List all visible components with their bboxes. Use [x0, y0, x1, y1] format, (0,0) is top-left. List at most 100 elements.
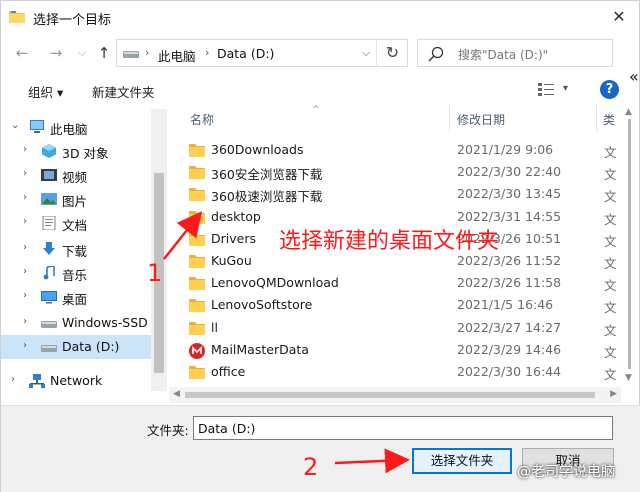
view-options-icon[interactable] [538, 83, 554, 97]
file-name: LenovoSoftstore [211, 297, 313, 313]
scroll-left-arrow-icon[interactable]: ◀ [173, 389, 180, 399]
navigation-pane: ⌄ 此电脑 › 3D 对象 › 视频 › 图片 › 文档 › 下载 › 音乐 › 桌面 › Windows-SSD… [1, 109, 166, 391]
scrollbar-thumb[interactable] [185, 392, 595, 398]
file-date: 2022/3/31 14:55 [457, 208, 562, 224]
select-folder-button[interactable]: 选择文件夹 [412, 448, 512, 474]
refresh-button[interactable]: ↻ [376, 39, 408, 67]
network-icon [29, 374, 45, 388]
tree-expand-chevron-icon[interactable]: › [23, 242, 27, 253]
tree-expand-chevron-icon[interactable]: › [23, 216, 27, 227]
view-dropdown-icon[interactable]: ▾ [563, 83, 568, 94]
tree-item[interactable]: › Data (D:) [1, 335, 151, 359]
tree-expand-chevron-icon[interactable]: › [23, 316, 27, 327]
tree-item[interactable]: › Network [1, 369, 151, 393]
tree-expand-chevron-icon[interactable]: › [23, 168, 27, 179]
up-button[interactable]: ↑ [93, 41, 115, 65]
tree-item[interactable]: › 音乐 [1, 261, 151, 285]
file-row[interactable]: ll 2022/3/27 14:27 文 [169, 317, 621, 339]
tree-expand-chevron-icon[interactable]: › [23, 144, 27, 155]
forward-button[interactable]: → [45, 41, 67, 65]
file-row[interactable]: 360安全浏览器下载 2022/3/30 22:40 文 [169, 161, 621, 183]
file-name: office [211, 364, 246, 379]
folder-icon [9, 11, 25, 23]
file-name: 360极速浏览器下载 [211, 189, 323, 205]
scroll-down-arrow-icon[interactable]: ▼ [625, 373, 632, 383]
tree-expand-chevron-icon[interactable]: › [23, 192, 27, 203]
sort-arrow-icon: ^ [312, 105, 320, 115]
file-type: 文 [604, 344, 617, 360]
breadcrumb-this-pc[interactable]: 此电脑 [158, 46, 196, 65]
tree-item[interactable]: › 3D 对象 [1, 139, 151, 163]
tree-item-label: 音乐 [62, 268, 88, 283]
close-button[interactable]: ✕ [607, 5, 631, 29]
file-row[interactable]: 360Downloads 2021/1/29 9:06 文 [169, 139, 621, 161]
column-divider[interactable] [596, 105, 597, 131]
breadcrumb-separator: › [145, 46, 150, 59]
tree-item[interactable]: › Windows-SSD ( [1, 311, 157, 335]
file-type: 文 [604, 300, 617, 316]
tree-item[interactable]: › 桌面 [1, 285, 151, 309]
tree-item-label: 视频 [62, 170, 88, 185]
file-list-vertical-scrollbar[interactable]: ▲ ▼ [621, 105, 639, 387]
folder-picker-dialog: 选择一个目标 ✕ ← → ⌵ ↑ › 此电脑 › Data (D:) ⌵ ↻ 搜 [0, 0, 640, 492]
file-name: LenovoQMDownload [211, 275, 339, 291]
file-row[interactable]: LenovoSoftstore 2021/1/5 16:46 文 [169, 294, 621, 316]
folder-icon [189, 254, 205, 268]
folder-icon [189, 143, 205, 157]
file-type: 文 [604, 233, 617, 249]
file-row[interactable]: 360极速浏览器下载 2022/3/30 13:45 文 [169, 183, 621, 205]
scroll-right-arrow-icon[interactable]: ▶ [610, 389, 617, 399]
tree-item[interactable]: › 下载 [1, 237, 151, 261]
tree-item-label: Network [50, 373, 103, 388]
file-type: 文 [604, 278, 617, 294]
annotation-step-2: 2 [303, 453, 319, 481]
tree-expand-chevron-icon[interactable]: › [23, 266, 27, 277]
organize-button[interactable]: 组织 ▾ [28, 82, 63, 101]
file-name: Drivers [211, 230, 256, 246]
search-placeholder: 搜索"Data (D:)" [458, 48, 549, 62]
file-name: KuGou [211, 253, 252, 268]
recent-locations-button[interactable]: ⌵ [71, 41, 93, 65]
tree-expand-chevron-icon[interactable]: ⌄ [11, 120, 19, 131]
column-header-name[interactable]: 名称 [190, 111, 214, 128]
address-dropdown-icon[interactable]: ⌵ [362, 46, 370, 60]
file-list-horizontal-scrollbar[interactable]: ◀ ▶ [169, 387, 621, 403]
file-row[interactable]: MailMasterData 2022/3/29 14:46 文 [169, 339, 621, 361]
tree-item[interactable]: › 图片 [1, 187, 151, 211]
music-icon [41, 265, 57, 280]
folder-label: 文件夹: [147, 423, 189, 438]
column-header-date[interactable]: 修改日期 [457, 111, 505, 128]
folder-name-input[interactable] [193, 416, 613, 440]
folder-icon [189, 232, 205, 246]
address-bar[interactable]: › 此电脑 › Data (D:) ⌵ [116, 39, 408, 67]
new-folder-button[interactable]: 新建文件夹 [92, 82, 155, 101]
tree-item-label: 此电脑 [50, 122, 88, 137]
file-type: 文 [604, 145, 617, 160]
column-header-type[interactable]: 类 [603, 111, 615, 128]
breadcrumb-separator: › [205, 46, 210, 59]
tree-expand-chevron-icon[interactable]: › [11, 374, 15, 385]
scroll-up-arrow-icon[interactable]: ▲ [625, 107, 632, 117]
file-type: 文 [604, 189, 617, 205]
search-box[interactable]: 搜索"Data (D:)" [417, 39, 613, 67]
tree-expand-chevron-icon[interactable]: › [23, 290, 27, 301]
file-date: 2022/3/30 22:40 [457, 164, 562, 180]
tree-item[interactable]: › 视频 [1, 163, 151, 187]
help-icon[interactable]: ? [600, 80, 619, 99]
scrollbar-thumb[interactable] [628, 119, 631, 369]
tree-item[interactable]: ⌄ 此电脑 [1, 115, 151, 139]
file-row[interactable]: office 2022/3/30 16:44 文 [169, 361, 621, 383]
back-button[interactable]: ← [11, 41, 33, 65]
navigation-pane-scrollbar[interactable] [151, 109, 167, 391]
column-divider[interactable] [449, 105, 450, 131]
tree-expand-chevron-icon[interactable]: › [23, 340, 27, 351]
navigation-bar: ← → ⌵ ↑ › 此电脑 › Data (D:) ⌵ ↻ 搜索"Data (D… [1, 35, 640, 71]
videos-icon [41, 168, 57, 182]
drive-icon [123, 51, 139, 58]
tree-item[interactable]: › 文档 [1, 211, 151, 235]
breadcrumb-data-drive[interactable]: Data (D:) [217, 46, 274, 61]
computer-icon [29, 120, 45, 134]
downloads-icon [41, 242, 57, 256]
file-row[interactable]: LenovoQMDownload 2022/3/26 11:58 文 [169, 272, 621, 294]
file-name: 360安全浏览器下载 [211, 167, 323, 183]
